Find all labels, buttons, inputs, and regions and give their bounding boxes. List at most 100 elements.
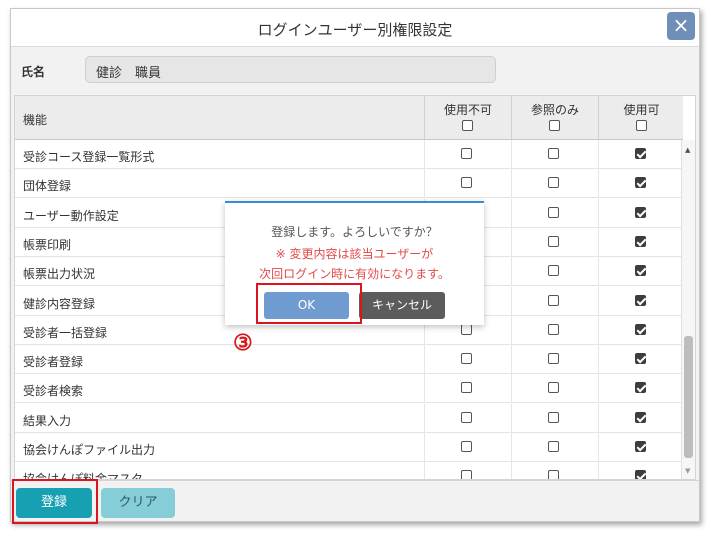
table-row: 団体登録 [15,169,683,199]
enabled-checkbox[interactable] [635,353,646,365]
view-only-checkbox[interactable] [548,323,559,335]
column-divider [511,345,512,375]
step-number-label: ③ [233,330,253,356]
view-only-checkbox[interactable] [548,206,559,218]
disabled-checkbox[interactable] [461,323,472,335]
feature-label: 受診者登録 [23,355,84,370]
column-divider [598,198,599,228]
column-divider [598,257,599,287]
table-row: 受診コース登録一覧形式 [15,140,683,169]
scroll-thumb[interactable] [684,336,693,458]
screen: ログインユーザー別権限設定 × 氏名 健診 職員 機能 使用不可 参照のみ 使用… [0,0,709,534]
select-all-enabled-checkbox[interactable] [636,120,647,131]
column-divider [511,403,512,433]
view-only-checkbox[interactable] [548,470,559,479]
column-divider [424,403,425,433]
close-icon[interactable]: × [667,12,695,40]
enabled-checkbox[interactable] [635,411,646,423]
confirm-message: 登録します。よろしいですか？ [271,225,438,239]
enabled-checkbox[interactable] [635,206,646,218]
column-divider [511,140,512,169]
feature-label: 受診者検索 [23,384,84,399]
confirm-warning-line2: 次回ログイン時に有効になります。 [259,267,450,281]
dialog-footer: 登録 クリア [11,480,699,521]
enabled-checkbox[interactable] [635,323,646,335]
table-row: 受診者検索 [15,374,683,404]
feature-label: 団体登録 [23,179,72,194]
column-divider [511,374,512,404]
column-divider [511,169,512,199]
disabled-checkbox[interactable] [461,441,472,452]
column-divider [598,374,599,404]
feature-label: 健診内容登録 [23,296,96,311]
view-only-checkbox[interactable] [548,441,559,452]
ok-highlight-box [256,283,362,324]
column-divider [598,433,599,462]
column-divider [424,433,425,462]
view-only-checkbox[interactable] [548,235,559,247]
column-divider [598,140,599,169]
clear-button[interactable]: クリア [101,488,175,518]
column-divider [598,169,599,199]
column-divider [511,198,512,228]
user-name-row: 氏名 健診 職員 [11,47,699,93]
scroll-down-icon[interactable]: ▼ [685,467,690,475]
feature-label: 結果入力 [23,413,72,428]
select-all-view-only-checkbox[interactable] [549,120,560,131]
disabled-checkbox[interactable] [461,382,472,394]
view-only-checkbox[interactable] [548,265,559,277]
enabled-checkbox[interactable] [635,148,646,159]
column-divider [598,403,599,433]
table-row: 受診者登録 [15,345,683,375]
cancel-button[interactable]: キャンセル [359,292,445,319]
disabled-checkbox[interactable] [461,353,472,365]
enabled-checkbox[interactable] [635,441,646,452]
dialog-title: ログインユーザー別権限設定 [257,21,453,39]
view-only-checkbox[interactable] [548,411,559,423]
column-divider [598,227,599,257]
enabled-checkbox[interactable] [635,294,646,306]
enabled-checkbox[interactable] [635,177,646,189]
header-feature: 機能 [23,113,48,127]
dialog-header: ログインユーザー別権限設定 × [11,9,699,47]
column-divider [424,374,425,404]
column-divider [598,315,599,345]
header-view-only: 参照のみ [511,96,598,140]
header-disabled: 使用不可 [424,96,511,140]
feature-label: 協会けんぽファイル出力 [23,443,156,457]
view-only-checkbox[interactable] [548,294,559,306]
disabled-checkbox[interactable] [461,148,472,159]
column-divider [511,227,512,257]
enabled-checkbox[interactable] [635,382,646,394]
column-divider [511,462,512,479]
feature-label: 帳票出力状況 [23,267,96,282]
select-all-disabled-checkbox[interactable] [462,120,473,131]
column-divider [511,286,512,316]
register-highlight-box [12,479,98,524]
enabled-checkbox[interactable] [635,265,646,277]
enabled-checkbox[interactable] [635,235,646,247]
column-divider [511,315,512,345]
view-only-checkbox[interactable] [548,353,559,365]
table-row: 協会けんぽファイル出力 [15,433,683,462]
view-only-checkbox[interactable] [548,148,559,159]
view-only-checkbox[interactable] [548,177,559,189]
scroll-up-icon[interactable]: ▲ [685,146,690,154]
column-divider [424,345,425,375]
column-divider [424,169,425,199]
header-enabled: 使用可 [598,96,684,140]
disabled-checkbox[interactable] [461,411,472,423]
column-divider [511,257,512,287]
table-header: 機能 使用不可 参照のみ 使用可 [15,96,683,140]
table-scrollbar[interactable]: ▲ ▼ [681,140,695,479]
feature-label: ユーザー動作設定 [23,208,119,223]
feature-label: 受診者一括登録 [23,325,108,340]
disabled-checkbox[interactable] [461,470,472,479]
disabled-checkbox[interactable] [461,177,472,189]
column-divider [598,345,599,375]
feature-label: 帳票印刷 [23,237,72,252]
enabled-checkbox[interactable] [635,470,646,479]
view-only-checkbox[interactable] [548,382,559,394]
column-divider [511,433,512,462]
column-divider [424,140,425,169]
